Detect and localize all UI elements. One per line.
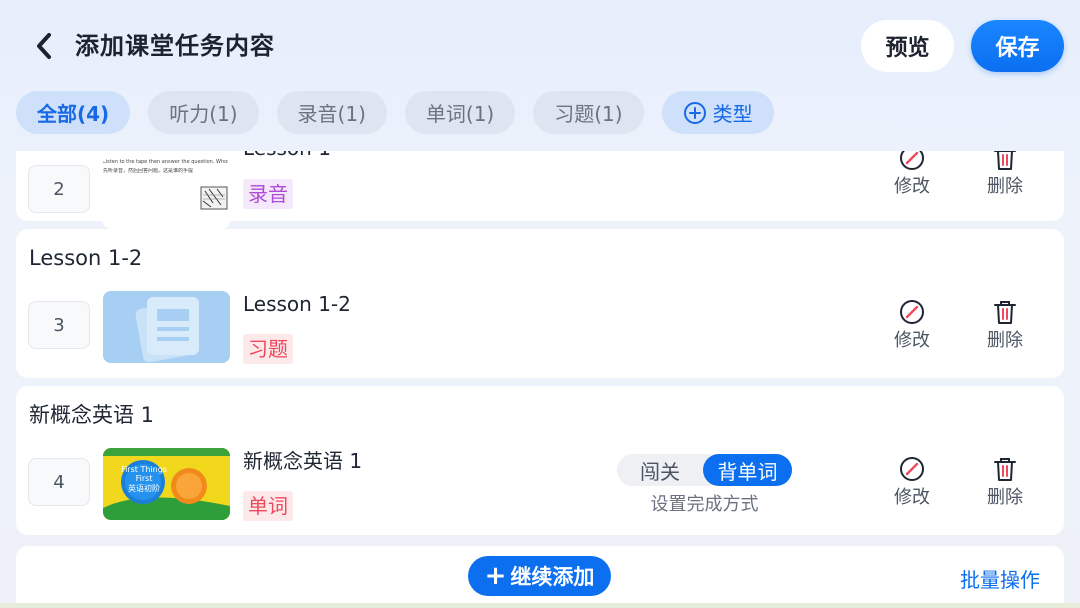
edit-button[interactable]: 修改 <box>882 297 942 353</box>
trash-icon <box>990 151 1020 173</box>
thumbnail <box>103 291 230 363</box>
batch-operation-link[interactable]: 批量操作 <box>960 564 1040 593</box>
continue-add-button[interactable]: + 继续添加 <box>468 556 611 596</box>
task-card: Lesson 1-2 3 Lesson 1-2 习题 修改 删除 <box>16 229 1064 378</box>
chevron-left-icon <box>37 33 51 59</box>
delete-label: 删除 <box>987 176 1023 197</box>
task-card: 新概念英语 1 4 First Things First 英语初阶 新概念英语 … <box>16 386 1064 535</box>
task-card: 2 Listen to the tape then answer the que… <box>16 151 1064 229</box>
add-type-button[interactable]: 类型 <box>661 91 774 134</box>
page-title: 添加课堂任务内容 <box>75 32 275 60</box>
back-button[interactable] <box>30 28 58 64</box>
group-title: 新概念英语 1 <box>29 403 155 427</box>
cover-subtitle: 英语初阶 <box>128 484 160 493</box>
index-box[interactable]: 2 <box>28 165 90 213</box>
index-box[interactable]: 4 <box>28 458 90 506</box>
trash-icon <box>990 297 1020 327</box>
completion-mode-toggle[interactable]: 闯关 背单词 <box>617 454 792 486</box>
item-name: 新概念英语 1 <box>243 449 363 473</box>
edit-label: 修改 <box>894 176 930 197</box>
type-tag: 单词 <box>243 491 293 521</box>
task-list[interactable]: 2 Listen to the tape then answer the que… <box>0 151 1080 543</box>
tab-words[interactable]: 单词(1) <box>404 91 516 134</box>
item-name: Lesson 1-2 <box>243 292 351 316</box>
add-type-label: 类型 <box>712 102 753 126</box>
delete-button[interactable]: 删除 <box>975 151 1035 199</box>
mode-option-level[interactable]: 闯关 <box>617 454 703 486</box>
edit-icon <box>897 297 927 327</box>
tab-exercise[interactable]: 习题(1) <box>533 91 644 134</box>
bottom-strip <box>0 603 1080 608</box>
thumb-caption: Listen to the tape then answer the quest… <box>103 159 228 165</box>
trash-icon <box>990 454 1020 484</box>
index-box[interactable]: 3 <box>28 301 90 349</box>
edit-label: 修改 <box>894 330 930 351</box>
edit-icon <box>897 151 927 173</box>
filter-tabs: 全部(4) 听力(1) 录音(1) 单词(1) 习题(1) 类型 <box>16 91 774 134</box>
thumbnail: Listen to the tape then answer the quest… <box>103 157 230 229</box>
bottom-bar: + 继续添加 批量操作 <box>16 546 1064 608</box>
edit-button[interactable]: 修改 <box>882 151 942 199</box>
type-tag: 习题 <box>243 334 293 364</box>
continue-add-label: 继续添加 <box>510 565 595 589</box>
mode-option-memorize[interactable]: 背单词 <box>703 454 792 486</box>
plus-icon: + <box>484 561 507 591</box>
tab-recording[interactable]: 录音(1) <box>276 91 387 134</box>
save-button[interactable]: 保存 <box>971 20 1064 72</box>
delete-button[interactable]: 删除 <box>975 454 1035 510</box>
tab-listening[interactable]: 听力(1) <box>148 91 259 134</box>
edit-icon <box>897 454 927 484</box>
document-icon <box>103 291 230 363</box>
edit-label: 修改 <box>894 487 930 508</box>
delete-button[interactable]: 删除 <box>975 297 1035 353</box>
plus-circle-icon <box>683 101 707 125</box>
tab-all[interactable]: 全部(4) <box>16 91 131 134</box>
group-title: Lesson 1-2 <box>29 246 143 270</box>
header: 添加课堂任务内容 预览 保存 <box>0 0 1080 92</box>
delete-label: 删除 <box>987 330 1023 351</box>
delete-label: 删除 <box>987 487 1023 508</box>
preview-button[interactable]: 预览 <box>861 20 954 72</box>
item-name: Lesson 1 <box>243 151 331 161</box>
thumb-caption-cn: 先听录音，然后回答问题。这是谁的手提包？ <box>103 168 193 174</box>
sketch-illustration <box>200 186 228 210</box>
book-cover: First Things First 英语初阶 <box>103 448 230 520</box>
type-tag: 录音 <box>243 179 293 209</box>
cover-title: First Things First <box>121 465 167 483</box>
edit-button[interactable]: 修改 <box>882 454 942 510</box>
mode-caption: 设置完成方式 <box>650 494 759 515</box>
